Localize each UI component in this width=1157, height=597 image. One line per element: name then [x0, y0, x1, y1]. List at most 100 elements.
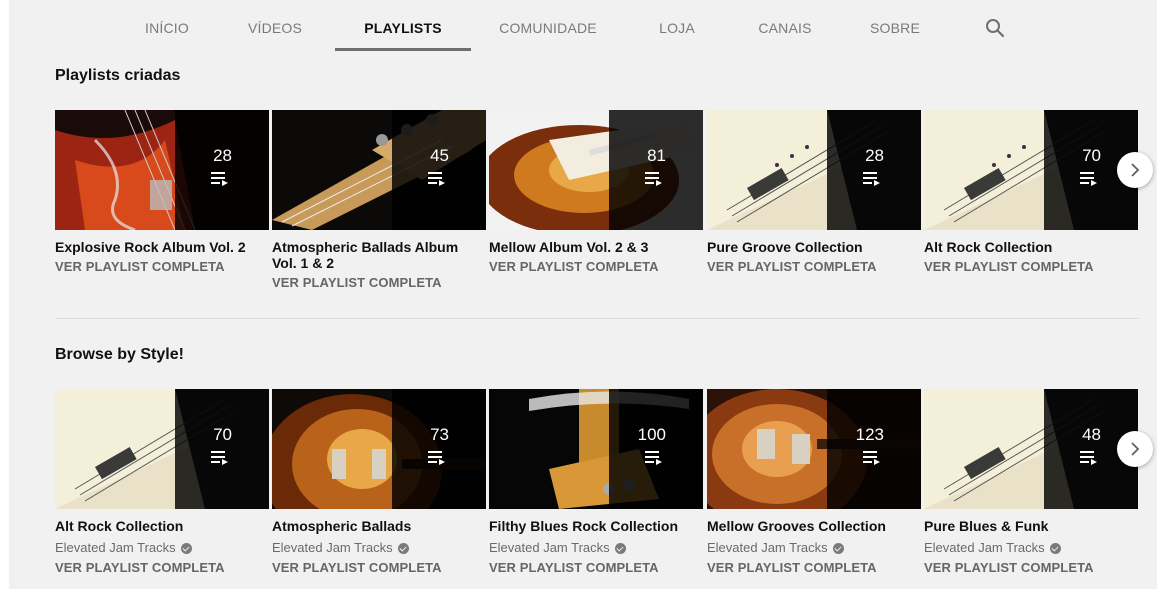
playlist-card[interactable]: 123 Mellow Grooves Collection Elevated J… — [707, 389, 921, 576]
video-count: 73 — [430, 425, 449, 444]
playlist-title[interactable]: Pure Groove Collection — [707, 239, 921, 255]
playlist-thumbnail[interactable]: 73 — [272, 389, 486, 509]
playlist-card[interactable]: 100 Filthy Blues Rock Collection Elevate… — [489, 389, 703, 576]
channel-label: Elevated Jam Tracks — [55, 540, 176, 555]
playlist-thumbnail[interactable]: 70 — [924, 110, 1138, 230]
view-full-playlist-link[interactable]: VER PLAYLIST COMPLETA — [707, 560, 921, 576]
view-full-playlist-link[interactable]: VER PLAYLIST COMPLETA — [55, 259, 269, 275]
tab-comunidade[interactable]: COMUNIDADE — [493, 0, 603, 52]
channel-tabs: INÍCIO VÍDEOS PLAYLISTS COMUNIDADE LOJA … — [9, 0, 1157, 56]
section-title-playlists-criadas: Playlists criadas — [55, 67, 181, 84]
tab-inicio[interactable]: INÍCIO — [127, 0, 207, 52]
playlist-thumbnail[interactable]: 28 — [55, 110, 269, 230]
tab-videos[interactable]: VÍDEOS — [235, 0, 315, 52]
verified-icon — [1049, 542, 1061, 554]
playlist-thumbnail[interactable]: 28 — [707, 110, 921, 230]
video-count: 100 — [637, 425, 666, 444]
playlist-icon — [1080, 172, 1097, 186]
playlist-overlay: 123 — [827, 389, 921, 509]
channel-label: Elevated Jam Tracks — [272, 540, 393, 555]
verified-icon — [614, 542, 626, 554]
playlist-icon — [428, 172, 445, 186]
playlist-title[interactable]: Atmospheric Ballads Album Vol. 1 & 2 — [272, 239, 486, 271]
playlist-overlay: 81 — [609, 110, 703, 230]
playlist-overlay: 45 — [392, 110, 486, 230]
view-full-playlist-link[interactable]: VER PLAYLIST COMPLETA — [489, 560, 703, 576]
playlist-thumbnail[interactable]: 70 — [55, 389, 269, 509]
section-divider — [55, 318, 1139, 319]
view-full-playlist-link[interactable]: VER PLAYLIST COMPLETA — [272, 560, 486, 576]
channel-name[interactable]: Elevated Jam Tracks — [489, 540, 703, 556]
playlist-overlay: 28 — [175, 110, 269, 230]
playlist-overlay: 70 — [175, 389, 269, 509]
playlist-title[interactable]: Filthy Blues Rock Collection — [489, 518, 703, 534]
channel-name[interactable]: Elevated Jam Tracks — [55, 540, 269, 556]
playlist-card[interactable]: 70 Alt Rock Collection VER PLAYLIST COMP… — [924, 110, 1138, 275]
playlist-card[interactable]: 70 Alt Rock Collection Elevated Jam Trac… — [55, 389, 269, 576]
section-title-browse-by-style: Browse by Style! — [55, 346, 184, 363]
playlist-title[interactable]: Pure Blues & Funk — [924, 518, 1138, 534]
tab-sobre[interactable]: SOBRE — [859, 0, 931, 52]
shelf-next-button[interactable] — [1117, 431, 1153, 467]
channel-page: INÍCIO VÍDEOS PLAYLISTS COMUNIDADE LOJA … — [9, 0, 1157, 597]
tab-loja[interactable]: LOJA — [647, 0, 707, 52]
video-count: 123 — [855, 425, 884, 444]
playlist-thumbnail[interactable]: 100 — [489, 389, 703, 509]
playlist-title[interactable]: Explosive Rock Album Vol. 2 — [55, 239, 269, 255]
view-full-playlist-link[interactable]: VER PLAYLIST COMPLETA — [272, 275, 486, 291]
active-tab-indicator — [335, 48, 471, 51]
channel-name[interactable]: Elevated Jam Tracks — [924, 540, 1138, 556]
video-count: 70 — [213, 425, 232, 444]
view-full-playlist-link[interactable]: VER PLAYLIST COMPLETA — [924, 560, 1138, 576]
view-full-playlist-link[interactable]: VER PLAYLIST COMPLETA — [489, 259, 703, 275]
video-count: 45 — [430, 146, 449, 165]
playlist-title[interactable]: Alt Rock Collection — [55, 518, 269, 534]
verified-icon — [397, 542, 409, 554]
tab-canais[interactable]: CANAIS — [745, 0, 825, 52]
playlist-card[interactable]: 73 Atmospheric Ballads Elevated Jam Trac… — [272, 389, 486, 576]
channel-name[interactable]: Elevated Jam Tracks — [272, 540, 486, 556]
playlist-overlay: 73 — [392, 389, 486, 509]
playlist-thumbnail[interactable]: 123 — [707, 389, 921, 509]
view-full-playlist-link[interactable]: VER PLAYLIST COMPLETA — [924, 259, 1138, 275]
search-icon[interactable] — [985, 18, 1005, 38]
playlist-card[interactable]: 81 Mellow Album Vol. 2 & 3 VER PLAYLIST … — [489, 110, 703, 275]
chevron-right-icon — [1131, 442, 1140, 456]
playlist-title[interactable]: Alt Rock Collection — [924, 239, 1138, 255]
playlist-thumbnail[interactable]: 48 — [924, 389, 1138, 509]
chevron-right-icon — [1131, 163, 1140, 177]
tab-playlists[interactable]: PLAYLISTS — [345, 0, 461, 52]
playlist-icon — [1080, 451, 1097, 465]
view-full-playlist-link[interactable]: VER PLAYLIST COMPLETA — [55, 560, 269, 576]
playlist-card[interactable]: 45 Atmospheric Ballads Album Vol. 1 & 2 … — [272, 110, 486, 291]
shelf-next-button[interactable] — [1117, 152, 1153, 188]
page-bottom-edge — [9, 589, 1157, 597]
channel-label: Elevated Jam Tracks — [924, 540, 1045, 555]
channel-name[interactable]: Elevated Jam Tracks — [707, 540, 921, 556]
playlist-overlay: 28 — [827, 110, 921, 230]
playlist-title[interactable]: Mellow Grooves Collection — [707, 518, 921, 534]
playlist-icon — [863, 451, 880, 465]
video-count: 28 — [865, 146, 884, 165]
playlist-icon — [645, 451, 662, 465]
playlist-card[interactable]: 28 Explosive Rock Album Vol. 2 VER PLAYL… — [55, 110, 269, 275]
playlist-card[interactable]: 28 Pure Groove Collection VER PLAYLIST C… — [707, 110, 921, 275]
verified-icon — [180, 542, 192, 554]
playlist-title[interactable]: Atmospheric Ballads — [272, 518, 486, 534]
video-count: 81 — [647, 146, 666, 165]
playlist-card[interactable]: 48 Pure Blues & Funk Elevated Jam Tracks… — [924, 389, 1138, 576]
playlist-overlay: 100 — [609, 389, 703, 509]
verified-icon — [832, 542, 844, 554]
channel-label: Elevated Jam Tracks — [707, 540, 828, 555]
channel-label: Elevated Jam Tracks — [489, 540, 610, 555]
playlist-title[interactable]: Mellow Album Vol. 2 & 3 — [489, 239, 703, 255]
playlist-icon — [211, 451, 228, 465]
playlist-icon — [211, 172, 228, 186]
playlist-icon — [428, 451, 445, 465]
video-count: 28 — [213, 146, 232, 165]
playlist-icon — [863, 172, 880, 186]
playlist-thumbnail[interactable]: 81 — [489, 110, 703, 230]
view-full-playlist-link[interactable]: VER PLAYLIST COMPLETA — [707, 259, 921, 275]
playlist-icon — [645, 172, 662, 186]
playlist-thumbnail[interactable]: 45 — [272, 110, 486, 230]
